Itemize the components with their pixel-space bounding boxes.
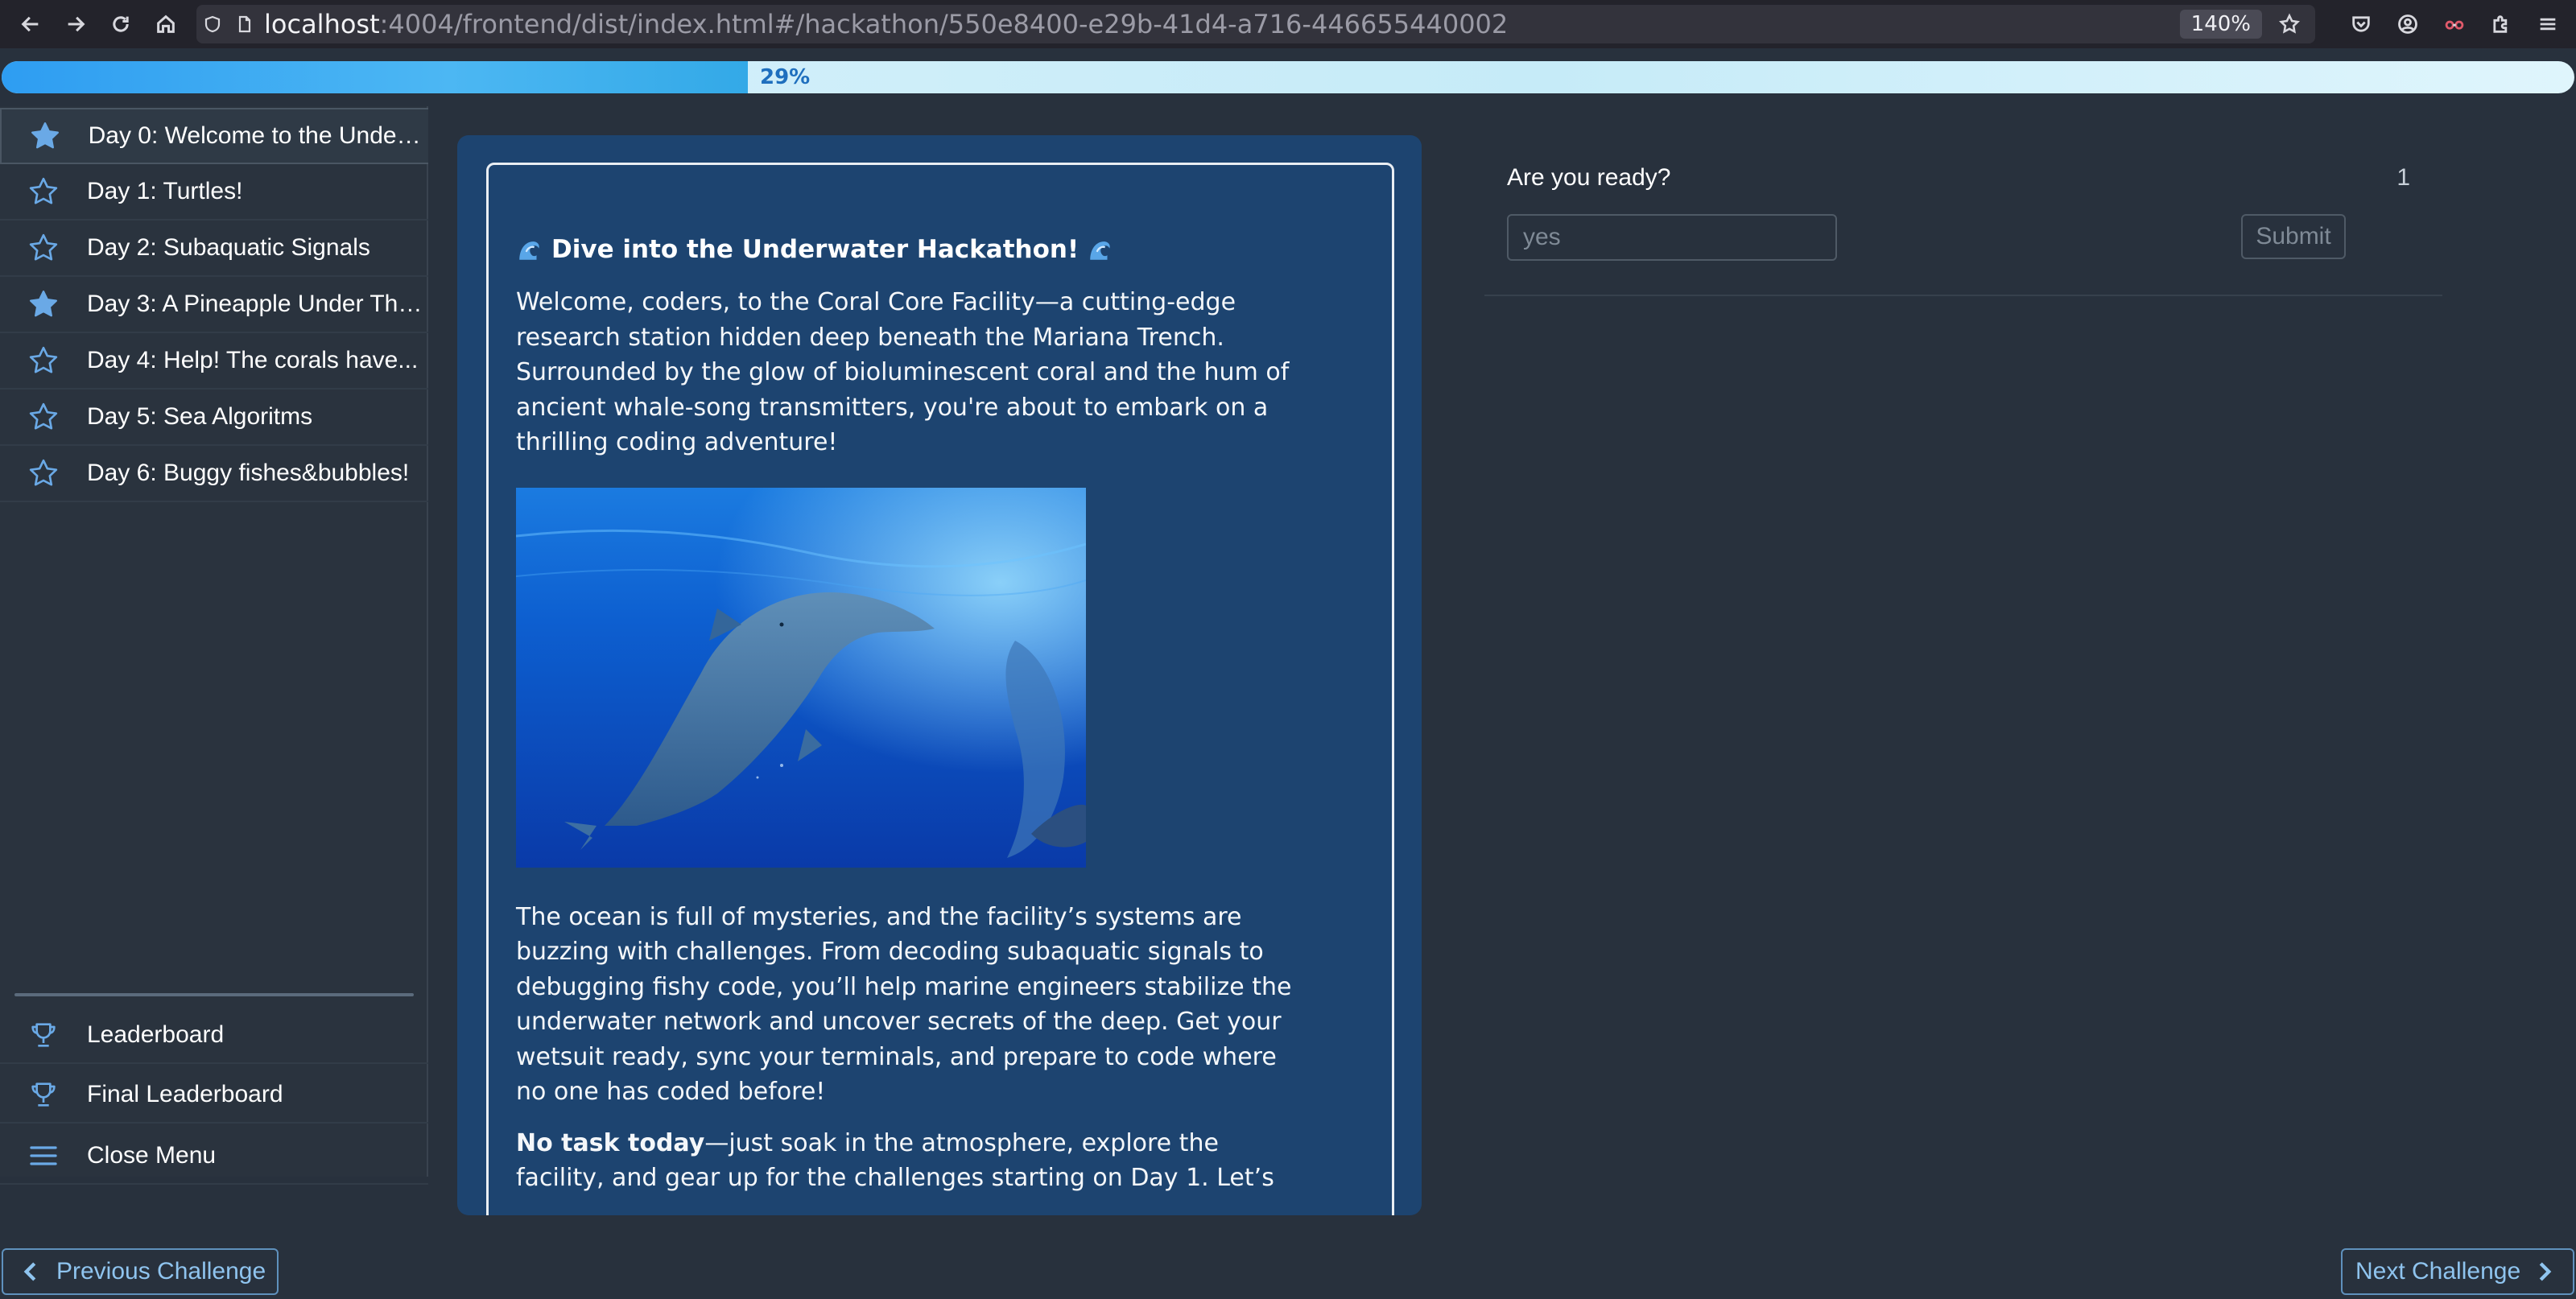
browser-toolbar: localhost:4004/frontend/dist/index.html#…	[0, 0, 2576, 48]
sidebar-item-day-2[interactable]: Day 2: Subaquatic Signals	[0, 221, 428, 277]
star-outline-icon	[0, 389, 87, 445]
chevron-right-icon	[2539, 1262, 2552, 1281]
sidebar-item-day-3[interactable]: Day 3: A Pineapple Under The Sea	[0, 277, 428, 333]
sidebar-item-label: Leaderboard	[87, 1021, 225, 1048]
previous-challenge-label: Previous Challenge	[56, 1258, 266, 1285]
wave-icon	[519, 241, 539, 260]
trophy-icon	[0, 1007, 87, 1063]
intro-paragraph: Welcome, coders, to the Coral Core Facil…	[516, 288, 1290, 456]
challenge-content-panel[interactable]: Dive into the Underwater Hackathon! Welc…	[457, 135, 1422, 1215]
url-text[interactable]: localhost:4004/frontend/dist/index.html#…	[264, 9, 1508, 39]
submit-button[interactable]: Submit	[2241, 214, 2346, 259]
next-challenge-label: Next Challenge	[2355, 1258, 2521, 1285]
progress-label: 29%	[760, 65, 811, 89]
sidebar-item-label: Day 1: Turtles!	[87, 178, 243, 204]
wave-icon	[1090, 241, 1110, 260]
answer-input[interactable]	[1507, 214, 1837, 261]
chevron-left-icon	[23, 1262, 36, 1281]
star-filled-icon	[0, 276, 87, 332]
next-challenge-button[interactable]: Next Challenge	[2341, 1248, 2574, 1295]
account-icon[interactable]	[2384, 0, 2431, 48]
extension-toolbar	[2338, 0, 2571, 48]
back-icon[interactable]	[8, 0, 53, 48]
url-path: :4004/frontend/dist/index.html#/hackatho…	[379, 9, 1509, 39]
extension-glasses-icon[interactable]	[2431, 0, 2478, 48]
question-points: 1	[2396, 164, 2410, 191]
sidebar: Day 0: Welcome to the Underwater Hackath…	[0, 106, 428, 1185]
sidebar-item-day-0[interactable]: Day 0: Welcome to the Underwater Hackath…	[0, 108, 428, 164]
previous-challenge-button[interactable]: Previous Challenge	[2, 1248, 279, 1295]
no-task-bold: No task today	[516, 1128, 705, 1157]
hamburger-menu-icon[interactable]	[2524, 0, 2571, 48]
menu-lines-icon	[0, 1128, 87, 1184]
pocket-icon[interactable]	[2338, 0, 2384, 48]
sidebar-item-label: Day 3: A Pineapple Under The Sea	[87, 291, 428, 317]
challenge-progress-bar: 29%	[2, 61, 2574, 93]
no-task-paragraph: No task today—just soak in the atmospher…	[516, 1126, 1305, 1196]
challenge-title-text: Dive into the Underwater Hackathon!	[551, 235, 1080, 264]
star-outline-icon	[0, 445, 87, 501]
sidebar-item-leaderboard[interactable]: Leaderboard	[0, 1008, 428, 1064]
sidebar-item-day-5[interactable]: Day 5: Sea Algoritms	[0, 390, 428, 446]
question-text: Are you ready?	[1507, 164, 1671, 191]
star-outline-icon	[0, 163, 87, 220]
sidebar-item-label: Day 4: Help! The corals have...	[87, 347, 419, 373]
star-filled-icon	[2, 108, 89, 164]
sidebar-item-label: Day 6: Buggy fishes&bubbles!	[87, 460, 410, 486]
dolphin-image	[516, 487, 1086, 868]
story-paragraph: The ocean is full of mysteries, and the …	[516, 902, 1292, 1107]
sidebar-item-label: Close Menu	[87, 1142, 217, 1169]
bookmark-star-icon[interactable]	[2275, 10, 2304, 39]
home-icon[interactable]	[143, 0, 188, 48]
sidebar-item-label: Day 0: Welcome to the Underwater Hackath…	[88, 122, 428, 149]
challenge-description: Dive into the Underwater Hackathon! Welc…	[516, 230, 1305, 1196]
url-host: localhost	[264, 9, 380, 39]
sidebar-item-label: Final Leaderboard	[87, 1081, 283, 1107]
trophy-icon	[0, 1066, 87, 1123]
challenge-title: Dive into the Underwater Hackathon!	[516, 230, 1305, 269]
sidebar-item-day-4[interactable]: Day 4: Help! The corals have...	[0, 333, 428, 390]
reload-icon[interactable]	[98, 0, 143, 48]
sidebar-item-day-6[interactable]: Day 6: Buggy fishes&bubbles!	[0, 446, 428, 502]
forward-icon[interactable]	[53, 0, 98, 48]
sidebar-item-label: Day 5: Sea Algoritms	[87, 403, 313, 430]
progress-fill	[2, 61, 748, 93]
extensions-puzzle-icon[interactable]	[2478, 0, 2524, 48]
question-row: Are you ready? 1 Submit	[1484, 145, 2442, 296]
shield-icon[interactable]	[196, 5, 229, 43]
sidebar-item-close-menu[interactable]: Close Menu	[0, 1128, 428, 1185]
sidebar-divider	[14, 993, 414, 996]
page-icon[interactable]	[229, 5, 261, 43]
star-outline-icon	[0, 332, 87, 389]
star-outline-icon	[0, 220, 87, 276]
address-bar[interactable]: localhost:4004/frontend/dist/index.html#…	[196, 5, 2315, 43]
sidebar-item-label: Day 2: Subaquatic Signals	[87, 234, 370, 261]
sidebar-item-day-1[interactable]: Day 1: Turtles!	[0, 164, 428, 221]
sidebar-item-final-leaderboard[interactable]: Final Leaderboard	[0, 1067, 428, 1124]
zoom-level-badge[interactable]: 140%	[2179, 10, 2262, 39]
